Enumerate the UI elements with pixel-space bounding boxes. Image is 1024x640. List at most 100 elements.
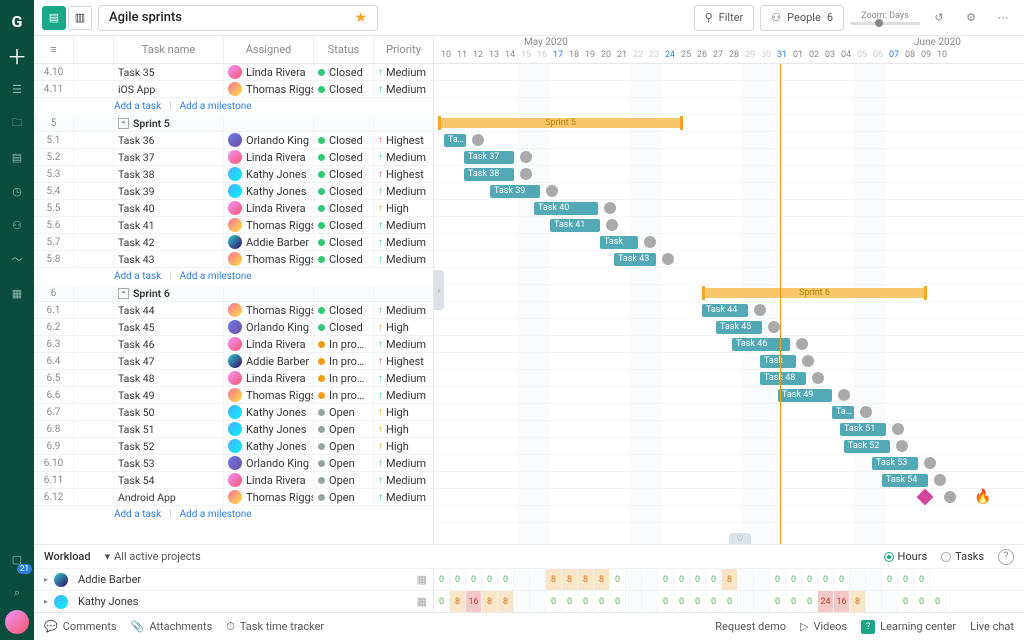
col-priority[interactable]: Priority [374,36,434,63]
workload-cell[interactable] [866,591,882,612]
workload-cell[interactable]: 0 [914,569,930,590]
sprint-row[interactable]: 6 −Sprint 6 ⋮ [34,285,433,302]
workload-cell[interactable]: 0 [786,569,802,590]
workload-cell[interactable] [530,591,546,612]
chevron-icon[interactable]: ▸ [44,597,48,606]
folder-icon[interactable]: 🗀 [0,106,34,140]
task-name-cell[interactable]: Task 51 [114,421,224,437]
live-chat-link[interactable]: Live chat [970,620,1014,633]
assignee-cell[interactable]: Kathy Jones [224,421,314,437]
table-row[interactable]: 5.1 Task 36 Orlando King Closed ↑Highest… [34,132,433,149]
chart-icon[interactable]: 〜 [0,242,34,276]
priority-cell[interactable]: ↑Medium [374,81,434,97]
status-cell[interactable]: Closed [314,64,374,80]
workload-cell[interactable]: 0 [930,591,946,612]
workload-cell[interactable]: 8 [578,569,594,590]
sprint-row[interactable]: 5 −Sprint 5 ⋮ [34,115,433,132]
workload-cell[interactable]: 0 [706,569,722,590]
task-bar[interactable]: Task 43 [614,253,656,266]
search-icon[interactable]: ⌕ [0,576,34,610]
settings-icon[interactable]: ⚙ [958,5,984,31]
workload-cell[interactable]: 0 [434,569,450,590]
assignee-cell[interactable]: Linda Rivera [224,472,314,488]
workload-cell[interactable] [514,591,530,612]
add-task-link[interactable]: Add a task [114,271,161,282]
time-tracker-button[interactable]: ⏱ Task time tracker [226,620,324,634]
assignee-cell[interactable]: Thomas Riggs [224,387,314,403]
people-icon[interactable]: ⚇ [0,208,34,242]
workload-cell[interactable] [754,569,770,590]
status-cell[interactable]: Closed [314,149,374,165]
sprint-bar[interactable]: Sprint 6 [702,288,927,298]
clock-icon[interactable]: ◷ [0,174,34,208]
workload-cell[interactable]: 0 [882,569,898,590]
task-name-cell[interactable]: Task 47 [114,353,224,369]
workload-cell[interactable]: 24 [818,591,834,612]
workload-cell[interactable]: 0 [818,569,834,590]
task-name-cell[interactable]: iOS App [114,81,224,97]
task-name-cell[interactable]: Task 39 [114,183,224,199]
table-row[interactable]: 5.3 Task 38 Kathy Jones Closed ↑Highest … [34,166,433,183]
project-title-box[interactable]: Agile sprints ★ [98,5,378,31]
assignee-cell[interactable]: Orlando King [224,132,314,148]
workload-row[interactable]: ▸ Kathy Jones ▦ 081688000000000000024168… [34,590,1024,612]
col-indent[interactable]: ≡ [34,36,74,63]
table-row[interactable]: 6.1 Task 44 Thomas Riggs Closed ↑Medium … [34,302,433,319]
table-row[interactable]: 5.5 Task 40 Linda Rivera Closed ↑High ⋮ [34,200,433,217]
workload-cell[interactable]: 0 [658,569,674,590]
table-row[interactable]: 6.5 Task 48 Linda Rivera In pro… ↑Medium… [34,370,433,387]
assignee-cell[interactable]: Orlando King [224,319,314,335]
assignee-cell[interactable]: Thomas Riggs [224,302,314,318]
task-bar[interactable]: Task 49 [778,389,832,402]
calendar-icon[interactable]: ▦ [417,595,427,608]
assignee-cell[interactable]: Addie Barber [224,234,314,250]
status-cell[interactable]: Closed [314,234,374,250]
history-icon[interactable]: ↺ [926,5,952,31]
workload-cell[interactable]: 0 [674,569,690,590]
add-task-link[interactable]: Add a task [114,509,161,520]
workload-cell[interactable]: 0 [898,591,914,612]
assignee-cell[interactable]: Kathy Jones [224,183,314,199]
status-cell[interactable]: Open [314,421,374,437]
workload-cell[interactable]: 0 [466,569,482,590]
task-name-cell[interactable]: Task 37 [114,149,224,165]
workload-cell[interactable]: 0 [834,569,850,590]
workload-cell[interactable]: 0 [594,591,610,612]
assignee-cell[interactable]: Thomas Riggs [224,489,314,505]
workload-cell[interactable]: 8 [450,591,466,612]
gantt-view-button[interactable]: ▤ [42,6,66,30]
priority-cell[interactable]: ↑High [374,404,434,420]
priority-cell[interactable]: ↑Medium [374,183,434,199]
workload-cell[interactable]: 0 [498,569,514,590]
workload-cell[interactable] [866,569,882,590]
priority-cell[interactable]: ↑Medium [374,64,434,80]
add-task-link[interactable]: Add a task [114,101,161,112]
status-cell[interactable]: In pro… [314,387,374,403]
task-name-cell[interactable]: Task 50 [114,404,224,420]
task-bar[interactable]: Task 54 [882,474,928,487]
priority-cell[interactable]: ↑Medium [374,387,434,403]
priority-cell[interactable]: ↑Highest [374,166,434,182]
table-row[interactable]: 6.12 Android App Thomas Riggs Open ↑Medi… [34,489,433,506]
help-icon[interactable]: ? [998,549,1014,565]
workload-cell[interactable] [882,591,898,612]
workload-cell[interactable]: 0 [802,591,818,612]
assignee-cell[interactable]: Linda Rivera [224,149,314,165]
assignee-cell[interactable]: Orlando King [224,455,314,471]
priority-cell[interactable]: ↑Medium [374,455,434,471]
priority-cell[interactable]: ↑Medium [374,217,434,233]
col-status[interactable]: Status [314,36,374,63]
priority-cell[interactable]: ↑Medium [374,251,434,267]
table-row[interactable]: 6.6 Task 49 Thomas Riggs In pro… ↑Medium… [34,387,433,404]
star-icon[interactable]: ★ [354,10,367,26]
task-bar[interactable]: Task 40 [534,202,598,215]
table-row[interactable]: 6.9 Task 52 Kathy Jones Open ↑High ⋮ [34,438,433,455]
workload-cell[interactable] [738,569,754,590]
status-cell[interactable]: Closed [314,183,374,199]
workload-cell[interactable]: 8 [562,569,578,590]
task-bar[interactable]: Task 48 [760,372,806,385]
add-milestone-link[interactable]: Add a milestone [180,509,252,520]
task-bar[interactable]: Task 51 [840,423,886,436]
priority-cell[interactable]: ↑Medium [374,370,434,386]
table-row[interactable]: 5.4 Task 39 Kathy Jones Closed ↑Medium ⋮ [34,183,433,200]
